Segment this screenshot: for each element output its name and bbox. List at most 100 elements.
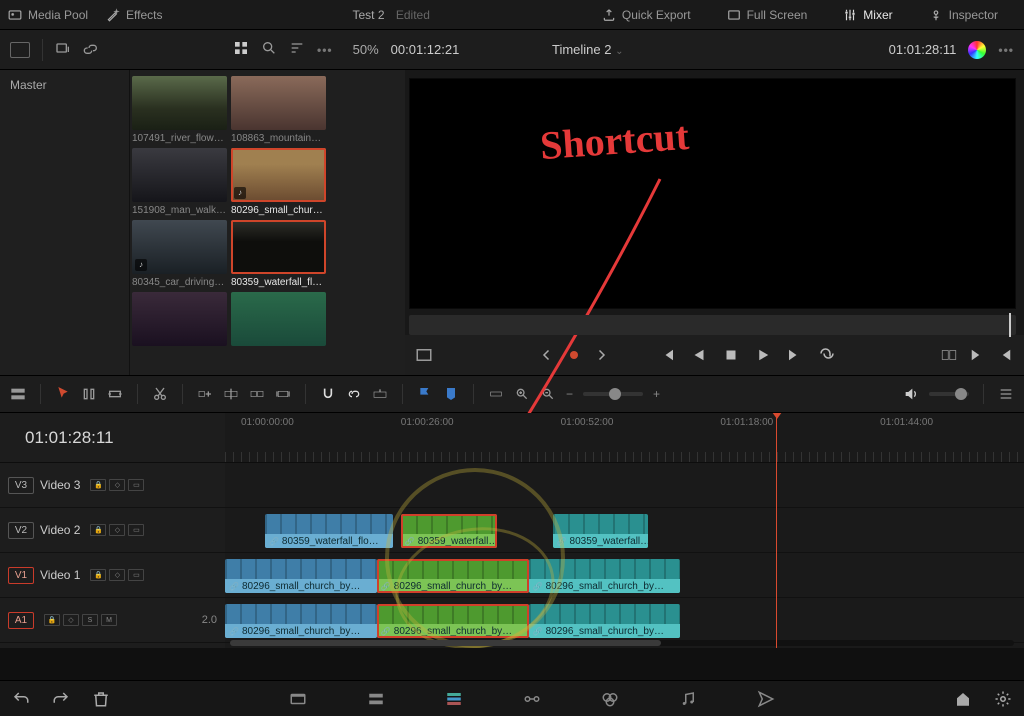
marker-button[interactable]: [443, 386, 459, 402]
solo-button[interactable]: S: [82, 614, 98, 626]
timeline-timecode[interactable]: 01:01:28:11: [0, 413, 225, 463]
overwrite-clip-button[interactable]: [223, 386, 239, 402]
dynamic-trim-tool[interactable]: [107, 386, 123, 402]
timeline-name[interactable]: Timeline 2 ⌄: [552, 42, 624, 57]
disable-toggle[interactable]: ▭: [128, 524, 144, 536]
fusion-page-button[interactable]: [523, 690, 541, 708]
track-v1-lane[interactable]: 80296_small_church_by…80296_small_church…: [225, 553, 1024, 598]
cut-page-button[interactable]: [367, 690, 385, 708]
clip[interactable]: 80296_small_church_by…: [225, 604, 377, 638]
prev-clip-button[interactable]: [996, 346, 1014, 364]
auto-select-toggle[interactable]: ◇: [63, 614, 79, 626]
next-clip-button[interactable]: [968, 346, 986, 364]
project-settings-button[interactable]: [994, 690, 1012, 708]
clip[interactable]: 80296_small_church_by…: [377, 559, 529, 593]
import-media-button[interactable]: [55, 40, 71, 59]
track-a1-lane[interactable]: 80296_small_church_by…80296_small_church…: [225, 598, 1024, 643]
fairlight-page-button[interactable]: [679, 690, 697, 708]
position-lock-button[interactable]: [372, 386, 388, 402]
timeline-options-button[interactable]: [998, 386, 1014, 402]
media-page-button[interactable]: [289, 690, 307, 708]
detail-zoom-button[interactable]: [540, 386, 556, 402]
mute-button[interactable]: M: [101, 614, 117, 626]
track-v2-lane[interactable]: 80359_waterfall_flo…80359_waterfall…8035…: [225, 508, 1024, 553]
effects-tab[interactable]: Effects: [106, 8, 162, 22]
search-button[interactable]: [261, 40, 277, 59]
trim-tool[interactable]: [81, 386, 97, 402]
options-menu[interactable]: •••: [317, 43, 333, 57]
track-header-v1[interactable]: V1Video 1🔒◇▭: [0, 553, 225, 598]
track-header-v2[interactable]: V2Video 2🔒◇▭: [0, 508, 225, 553]
viewer-options[interactable]: •••: [998, 43, 1014, 57]
clip[interactable]: 80296_small_church_by…: [377, 604, 529, 638]
lock-icon[interactable]: 🔒: [44, 614, 60, 626]
bypass-color-button[interactable]: [968, 41, 986, 59]
undo-button[interactable]: [12, 690, 30, 708]
lock-icon[interactable]: 🔒: [90, 569, 106, 581]
clip[interactable]: 80359_waterfall_flo…: [265, 514, 393, 548]
play-button[interactable]: [754, 346, 772, 364]
inspector-button[interactable]: Inspector: [929, 8, 998, 22]
disable-toggle[interactable]: ▭: [128, 569, 144, 581]
track-v3-lane[interactable]: [225, 463, 1024, 508]
clip[interactable]: 80296_small_church_by…: [225, 559, 377, 593]
clip[interactable]: 80359_waterfall…: [401, 514, 497, 548]
loop-button[interactable]: [818, 346, 836, 364]
clip[interactable]: 80296_small_church_by…: [529, 559, 681, 593]
timeline-ruler[interactable]: 01:00:00:0001:00:26:0001:00:52:0001:01:1…: [225, 413, 1024, 463]
full-extent-zoom-button[interactable]: [514, 386, 530, 402]
full-screen-button[interactable]: Full Screen: [727, 8, 808, 22]
next-edit-button[interactable]: [592, 346, 610, 364]
zoom-slider[interactable]: .slider::after{left:26px}: [583, 392, 643, 396]
media-clip-7[interactable]: [231, 292, 326, 349]
media-clip-1[interactable]: 108863_mountain…: [231, 76, 326, 144]
dim-slider[interactable]: [929, 392, 969, 396]
thumbnail-view-button[interactable]: [233, 40, 249, 59]
quick-export-button[interactable]: Quick Export: [602, 8, 691, 22]
viewer-scrubber[interactable]: [409, 315, 1016, 335]
media-clip-6[interactable]: [132, 292, 227, 349]
auto-select-toggle[interactable]: ◇: [109, 569, 125, 581]
playhead[interactable]: [776, 413, 777, 648]
zoom-slider-plus[interactable]: +: [653, 387, 660, 401]
snap-toggle[interactable]: [320, 386, 336, 402]
zoom-range-button[interactable]: [488, 386, 504, 402]
media-pool-tab[interactable]: Media Pool: [8, 8, 88, 22]
media-clip-5[interactable]: 80359_waterfall_fl…: [231, 220, 326, 288]
first-frame-button[interactable]: [658, 346, 676, 364]
jog-dot[interactable]: [570, 351, 578, 359]
delete-button[interactable]: [92, 690, 110, 708]
prev-edit-button[interactable]: [538, 346, 556, 364]
deliver-page-button[interactable]: [757, 690, 775, 708]
mute-button[interactable]: [903, 386, 919, 402]
track-header-v3[interactable]: V3Video 3🔒◇▭: [0, 463, 225, 508]
track-header-a1[interactable]: A1🔒◇SM2.0: [0, 598, 225, 643]
media-clip-2[interactable]: 151908_man_walk…: [132, 148, 227, 216]
viewer-screen[interactable]: Shortcut: [409, 78, 1016, 309]
auto-select-toggle[interactable]: ◇: [109, 524, 125, 536]
home-button[interactable]: [954, 690, 972, 708]
lock-icon[interactable]: 🔒: [90, 479, 106, 491]
timeline-scrollbar[interactable]: [230, 640, 1014, 646]
clip[interactable]: 80296_small_church_by…: [529, 604, 681, 638]
link-button[interactable]: [83, 40, 99, 59]
color-page-button[interactable]: [601, 690, 619, 708]
zoom-slider-minus[interactable]: −: [566, 387, 573, 401]
stop-button[interactable]: [722, 346, 740, 364]
disable-toggle[interactable]: ▭: [128, 479, 144, 491]
sort-button[interactable]: [289, 40, 305, 59]
lock-icon[interactable]: 🔒: [90, 524, 106, 536]
layout-toggle[interactable]: [10, 42, 30, 58]
media-clip-3[interactable]: ♪80296_small_chur…: [231, 148, 326, 216]
safe-area-button[interactable]: [415, 346, 433, 364]
edit-page-button[interactable]: [445, 690, 463, 708]
reverse-play-button[interactable]: [690, 346, 708, 364]
source-timecode[interactable]: 00:01:12:21: [391, 42, 460, 57]
blade-tool[interactable]: [152, 386, 168, 402]
match-frame-button[interactable]: [940, 346, 958, 364]
link-toggle[interactable]: [346, 386, 362, 402]
redo-button[interactable]: [52, 690, 70, 708]
selection-tool[interactable]: [55, 385, 71, 404]
viewer-zoom[interactable]: 50%: [353, 42, 379, 57]
timeline-view-button[interactable]: [10, 386, 26, 402]
